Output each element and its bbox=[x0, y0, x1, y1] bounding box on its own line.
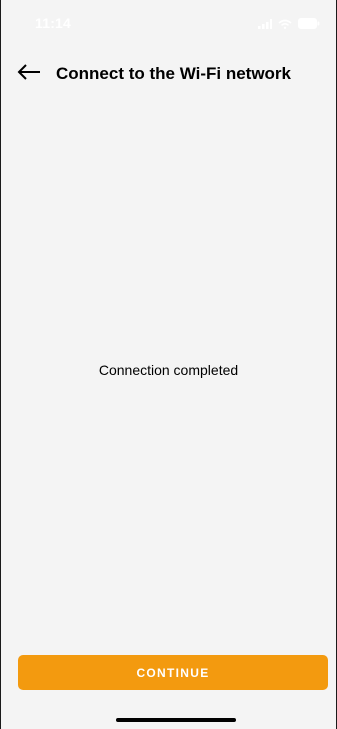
battery-icon bbox=[298, 16, 320, 34]
navigation-bar: Connect to the Wi-Fi network bbox=[1, 56, 336, 92]
status-time: 11:14 bbox=[35, 15, 72, 31]
status-icons bbox=[258, 16, 320, 34]
page-title: Connect to the Wi-Fi network bbox=[56, 64, 292, 83]
continue-button[interactable]: CONTINUE bbox=[18, 655, 328, 690]
main-content: Connection completed bbox=[1, 92, 336, 647]
home-indicator[interactable] bbox=[116, 718, 236, 722]
connection-status-text: Connection completed bbox=[98, 362, 239, 378]
signal-icon bbox=[258, 16, 272, 34]
back-button[interactable] bbox=[11, 60, 47, 88]
wifi-icon bbox=[278, 16, 292, 34]
app-screen: 11:14 Connect to the Wi-Fi network Conne… bbox=[0, 0, 337, 729]
back-arrow-icon bbox=[17, 63, 41, 85]
status-bar: 11:14 bbox=[1, 0, 336, 44]
